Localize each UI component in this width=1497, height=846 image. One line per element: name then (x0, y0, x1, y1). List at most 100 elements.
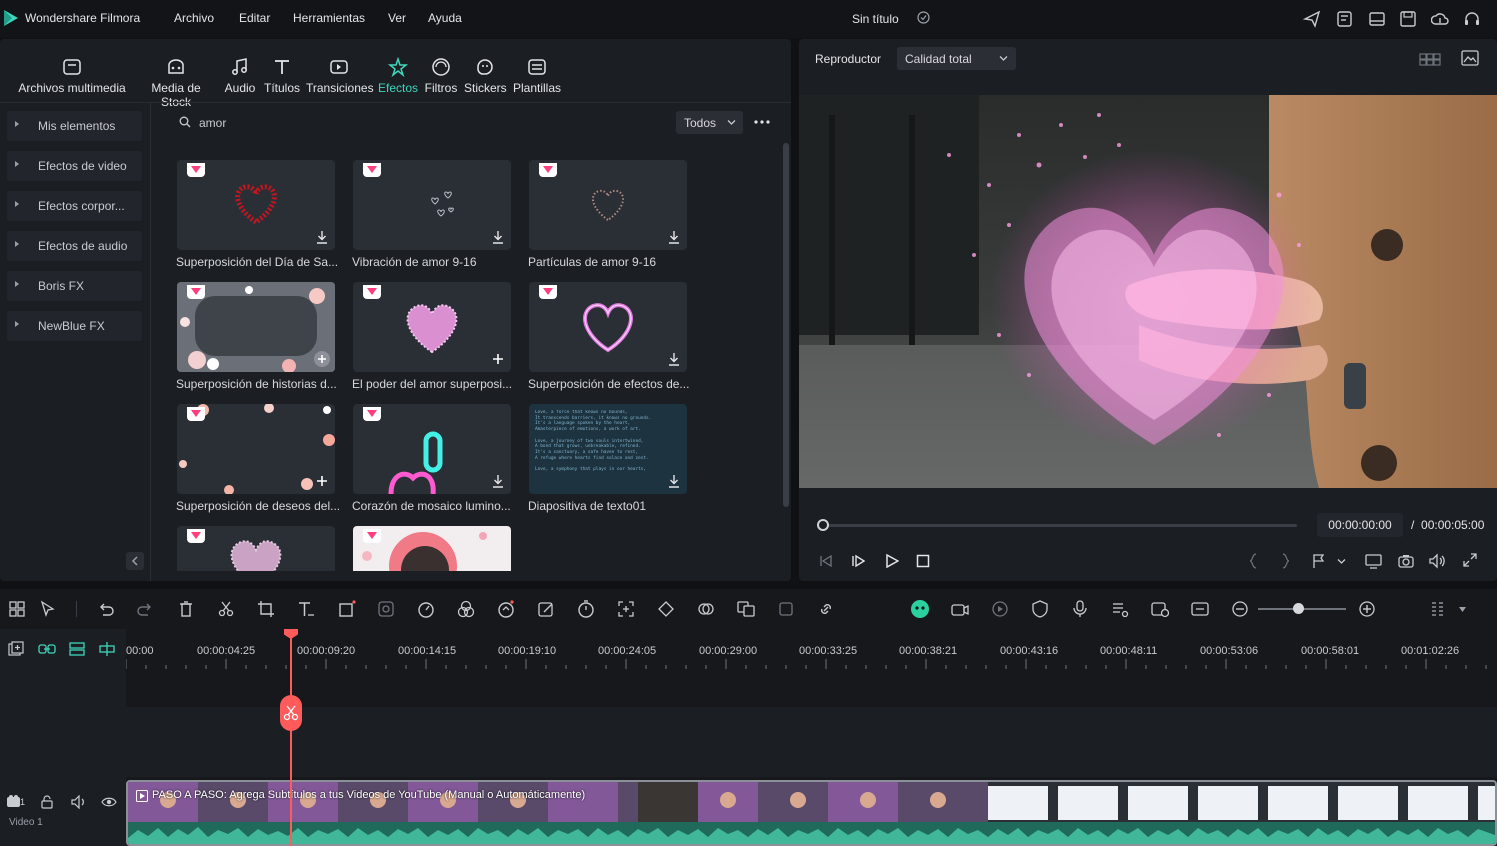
ai-copilot-icon[interactable] (910, 599, 930, 619)
stabilize-icon[interactable] (697, 600, 715, 618)
tab-titulos[interactable]: Títulos (263, 57, 301, 95)
playhead-line[interactable] (290, 634, 292, 846)
grid-view-icon[interactable] (1419, 51, 1441, 67)
shield-icon[interactable] (1031, 600, 1049, 618)
speed-icon[interactable] (417, 600, 435, 618)
download-icon[interactable] (491, 474, 505, 488)
empty-track-lane[interactable] (126, 707, 1497, 777)
effect-card[interactable] (353, 160, 511, 250)
zoom-slider-handle[interactable] (1293, 603, 1304, 614)
effect-card[interactable] (529, 282, 687, 372)
layout-icon[interactable] (1368, 10, 1386, 28)
next-frame-icon[interactable] (851, 554, 865, 568)
cut-scissors-icon[interactable] (217, 600, 235, 618)
video-preview[interactable] (799, 95, 1497, 488)
playback-scrubber[interactable] (822, 524, 1297, 527)
display-screen-icon[interactable] (1365, 553, 1382, 569)
mask-shape-icon[interactable] (338, 600, 356, 618)
download-icon[interactable] (667, 352, 681, 366)
sidebar-item-mis-elementos[interactable]: Mis elementos (7, 111, 142, 141)
send-feedback-icon[interactable] (1303, 10, 1321, 28)
magnetic-track-icon[interactable] (68, 641, 86, 657)
select-cursor-icon[interactable] (39, 600, 57, 618)
sidebar-item-newblue-fx[interactable]: NewBlue FX (7, 311, 142, 341)
effect-card[interactable]: Love, a force that knows no bounds, It t… (529, 404, 687, 494)
support-headset-icon[interactable] (1463, 10, 1481, 28)
playhead-split-button[interactable] (280, 695, 302, 731)
effect-card[interactable] (529, 160, 687, 250)
tab-audio[interactable]: Audio (223, 57, 257, 95)
video-clip[interactable]: PASO A PASO: Agrega Subtítulos a tus Vid… (126, 780, 1497, 846)
auto-reframe-icon[interactable] (617, 600, 635, 618)
camera-snapshot-icon[interactable] (1398, 553, 1414, 569)
download-icon[interactable] (667, 474, 681, 488)
delete-trash-icon[interactable] (177, 600, 195, 618)
add-media-track-icon[interactable] (1151, 600, 1169, 618)
audio-speaker-icon[interactable] (71, 795, 87, 809)
save-icon[interactable] (1399, 10, 1417, 28)
effect-card[interactable] (177, 160, 335, 250)
cloud-upload-icon[interactable] (1431, 10, 1449, 28)
add-icon[interactable] (491, 352, 505, 366)
add-icon[interactable] (313, 350, 331, 368)
redo-icon[interactable] (136, 600, 154, 618)
crop-icon[interactable] (257, 600, 275, 618)
effect-card[interactable] (177, 526, 335, 571)
task-list-icon[interactable] (1336, 10, 1354, 28)
download-icon[interactable] (315, 230, 329, 244)
mark-in-icon[interactable] (1249, 553, 1257, 569)
color-correction-icon[interactable] (457, 600, 475, 618)
sidebar-item-efectos-corporativos[interactable]: Efectos corpor... (7, 191, 142, 221)
caret-down-icon[interactable] (1459, 607, 1466, 612)
fit-timeline-icon[interactable] (1191, 600, 1209, 618)
sidebar-item-efectos-de-audio[interactable]: Efectos de audio (7, 231, 142, 261)
keyframe-icon[interactable] (657, 600, 675, 618)
play-icon[interactable] (885, 554, 899, 568)
edit-image-icon[interactable] (537, 600, 555, 618)
effect-card[interactable] (353, 526, 511, 571)
menu-archivo[interactable]: Archivo (174, 11, 214, 25)
ai-tool-icon[interactable] (497, 600, 515, 618)
effect-card[interactable] (353, 282, 511, 372)
menu-ayuda[interactable]: Ayuda (428, 11, 462, 25)
tab-archivos-multimedia[interactable]: Archivos multimedia (17, 57, 127, 95)
menu-herramientas[interactable]: Herramientas (293, 11, 365, 25)
effect-card[interactable] (177, 404, 335, 494)
audio-mixer-icon[interactable] (1111, 600, 1129, 618)
render-preview-icon[interactable] (991, 600, 1009, 618)
link-clips-icon[interactable] (38, 641, 56, 657)
scrubber-handle[interactable] (817, 519, 829, 531)
add-track-icon[interactable] (8, 641, 24, 657)
undo-icon[interactable] (97, 600, 115, 618)
collapse-sidebar-button[interactable] (126, 552, 144, 570)
menu-ver[interactable]: Ver (388, 11, 406, 25)
effect-card[interactable] (177, 282, 335, 372)
lock-open-icon[interactable] (40, 795, 54, 809)
effect-card[interactable] (353, 404, 511, 494)
snapshot-image-icon[interactable] (1461, 50, 1479, 66)
layout-grid-icon[interactable] (8, 600, 26, 618)
tab-filtros[interactable]: Filtros (424, 57, 458, 95)
library-scrollbar[interactable] (783, 143, 789, 507)
marker-icon[interactable] (1311, 553, 1327, 569)
more-options-icon[interactable] (753, 118, 771, 126)
link-detach-icon[interactable] (817, 600, 835, 618)
search-input[interactable] (170, 111, 500, 135)
zoom-in-icon[interactable] (1358, 600, 1376, 618)
record-camera-icon[interactable] (951, 600, 969, 618)
stop-icon[interactable] (916, 554, 930, 568)
tab-transiciones[interactable]: Transiciones (306, 57, 374, 95)
tab-efectos[interactable]: Efectos (378, 57, 418, 95)
sidebar-item-boris-fx[interactable]: Boris FX (7, 271, 142, 301)
sidebar-item-efectos-de-video[interactable]: Efectos de video (7, 151, 142, 181)
tab-plantillas[interactable]: Plantillas (512, 57, 562, 95)
zoom-out-icon[interactable] (1231, 600, 1249, 618)
freeze-frame-icon[interactable] (777, 600, 795, 618)
translate-subtitle-icon[interactable] (737, 600, 755, 618)
eye-visibility-icon[interactable] (101, 795, 117, 809)
snap-marker-icon[interactable] (98, 641, 116, 657)
download-icon[interactable] (491, 230, 505, 244)
tab-stickers[interactable]: Stickers (464, 57, 507, 95)
ai-smart-cutout-icon[interactable] (377, 600, 395, 618)
timer-duration-icon[interactable] (577, 600, 595, 618)
